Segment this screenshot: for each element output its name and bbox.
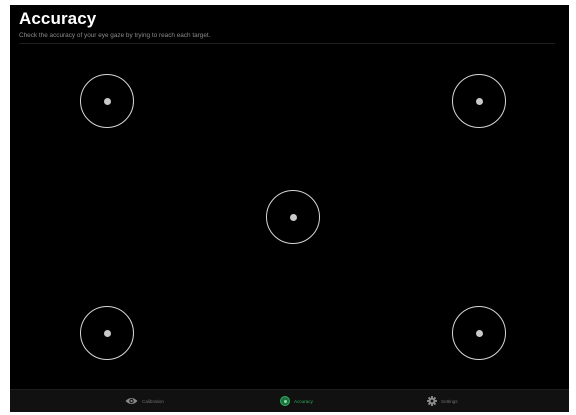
target-dot [103, 97, 111, 105]
tab-accuracy-label: Accuracy [294, 398, 313, 404]
page-subtitle: Check the accuracy of your eye gaze by t… [19, 32, 211, 39]
header-divider [19, 43, 555, 44]
gear-icon [427, 396, 437, 406]
target-top-left[interactable] [80, 74, 134, 128]
target-dot [475, 97, 483, 105]
target-bottom-left[interactable] [80, 306, 134, 360]
target-icon [280, 396, 290, 406]
target-dot [475, 329, 483, 337]
tab-calibration[interactable]: Calibration [125, 390, 164, 412]
accuracy-screen: Accuracy Check the accuracy of your eye … [10, 5, 569, 412]
page-title: Accuracy [19, 9, 97, 28]
target-bottom-right[interactable] [452, 306, 506, 360]
tab-accuracy[interactable]: Accuracy [280, 390, 313, 412]
eye-icon [125, 397, 138, 405]
tab-settings-label: Settings [441, 398, 458, 404]
target-dot [289, 213, 297, 221]
target-center[interactable] [266, 190, 320, 244]
target-top-right[interactable] [452, 74, 506, 128]
tab-calibration-label: Calibration [142, 398, 164, 404]
tab-settings[interactable]: Settings [427, 390, 458, 412]
tab-bar: Calibration Accuracy Settings [10, 389, 569, 412]
target-dot [103, 329, 111, 337]
header: Accuracy Check the accuracy of your eye … [10, 5, 569, 44]
